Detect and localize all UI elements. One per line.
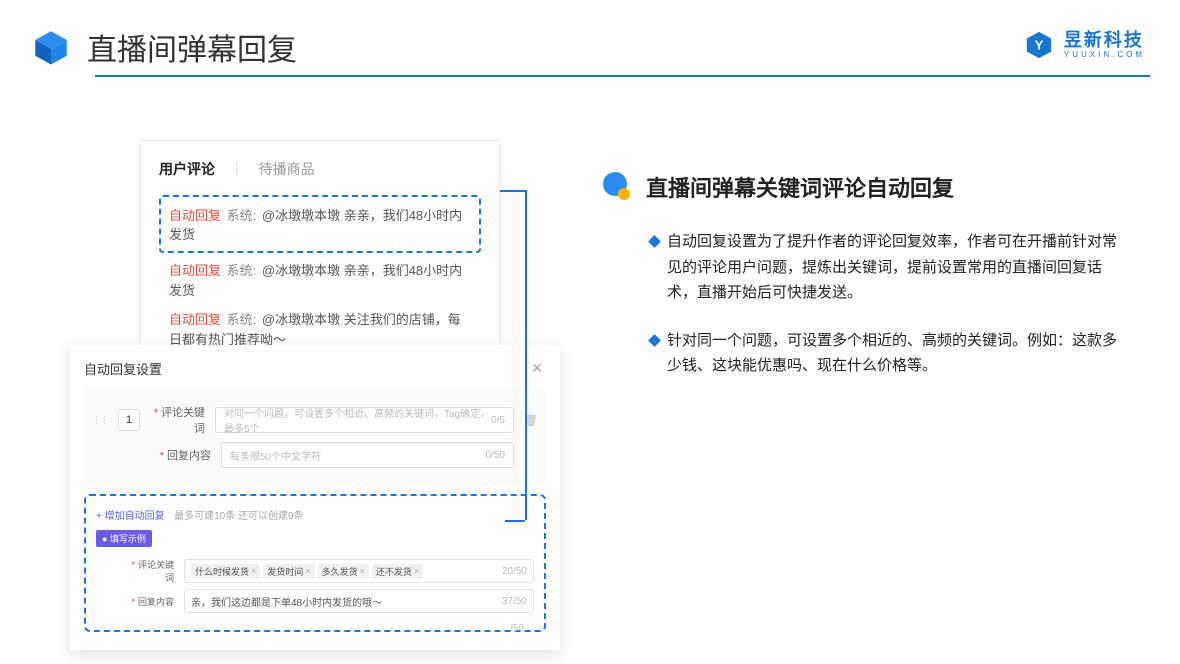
comments-card: 用户评论 | 待播商品 自动回复 系统: @冰墩墩本墩 亲亲，我们48小时内发货… [140,140,500,355]
brand-name-en: YUUXIN.COM [1064,51,1145,59]
example-content-input[interactable]: 亲，我们这边都是下单48小时内发货的哦～ 37/50 [184,589,534,613]
tabs-separator: | [235,159,239,179]
tab-user-comments[interactable]: 用户评论 [159,159,215,179]
form-block: ⋮⋮ 1 *评论关键词 对同一个问题，可设置多个相近、高频的关键词，Tag确定，… [84,388,546,484]
reply-content-input[interactable]: 每条限50个中文字符 0/50 [221,442,514,468]
brand-hex-icon: Y [1024,30,1054,60]
page-title: 直播间弹幕回复 [87,25,297,69]
highlighted-auto-reply-row: 自动回复 系统: @冰墩墩本墩 亲亲，我们48小时内发货 [159,195,481,253]
example-block: + 增加自动回复 最多可建10条 还可以创建9条 ● 填写示例 *评论关键词 什… [84,494,546,632]
close-icon[interactable]: ✕ [528,360,546,377]
settings-title: 自动回复设置 [84,359,162,378]
connector-line [525,190,527,520]
tag-chip: 多久发货× [318,564,369,579]
description-column: 直播间弹幕关键词评论自动回复 自动回复设置为了提升作者的评论回复效率，作者可在开… [600,170,1130,401]
connector-line [505,520,525,522]
comments-tabs: 用户评论 | 待播商品 [159,159,481,189]
diamond-bullet-icon [648,334,661,347]
example-keyword-input[interactable]: 什么时候发货× 发货时间× 多久发货× 还不发货× 20/50 [184,559,534,583]
sequence-input[interactable]: 1 [118,409,140,431]
tag-chip: 什么时候发货× [191,564,260,579]
settings-card: 自动回复设置 ✕ ⋮⋮ 1 *评论关键词 对同一个问题，可设置多个相近、高频的关… [70,345,560,650]
page-header: 直播间弹幕回复 [30,25,1150,69]
drag-handle-icon[interactable]: ⋮⋮ [92,415,108,426]
bullet-item: 自动回复设置为了提升作者的评论回复效率，作者可在开播前针对常见的评论用户问题，提… [650,229,1130,306]
add-reply-hint: 最多可建10条 还可以创建9条 [174,511,303,522]
example-badge: ● 填写示例 [96,530,152,547]
keyword-input[interactable]: 对同一个问题，可设置多个相近、高频的关键词，Tag确定，最多5个 0/5 [215,407,514,433]
reply-row-3: 自动回复 系统: @冰墩墩本墩 关注我们的店铺，每日都有热门推荐呦～ [159,302,481,351]
bullet-item: 针对同一个问题，可设置多个相近的、高频的关键词。例如：这款多少钱、这块能优惠吗、… [650,328,1130,379]
chat-bubble-icon [600,170,634,204]
brand-logo-block: Y 昱新科技 YUUXIN.COM [1024,30,1145,60]
reply-row-2: 自动回复 系统: @冰墩墩本墩 亲亲，我们48小时内发货 [159,253,481,302]
svg-text:Y: Y [1035,38,1044,53]
tab-pending-products[interactable]: 待播商品 [259,159,315,179]
add-reply-link[interactable]: + 增加自动回复 [96,511,165,522]
auto-reply-label: 自动回复 [169,208,221,223]
tag-chip: 发货时间× [263,564,314,579]
ghost-counter: /50 [510,623,524,634]
header-divider [95,75,1150,77]
connector-line [500,190,525,192]
system-label: 系统: [227,208,257,223]
section-title: 直播间弹幕关键词评论自动回复 [646,171,954,203]
screenshot-composite: 用户评论 | 待播商品 自动回复 系统: @冰墩墩本墩 亲亲，我们48小时内发货… [70,140,560,640]
tag-chip: 还不发货× [372,564,423,579]
diamond-bullet-icon [648,235,661,248]
cube-icon [30,26,72,68]
brand-name-cn: 昱新科技 [1064,31,1145,49]
